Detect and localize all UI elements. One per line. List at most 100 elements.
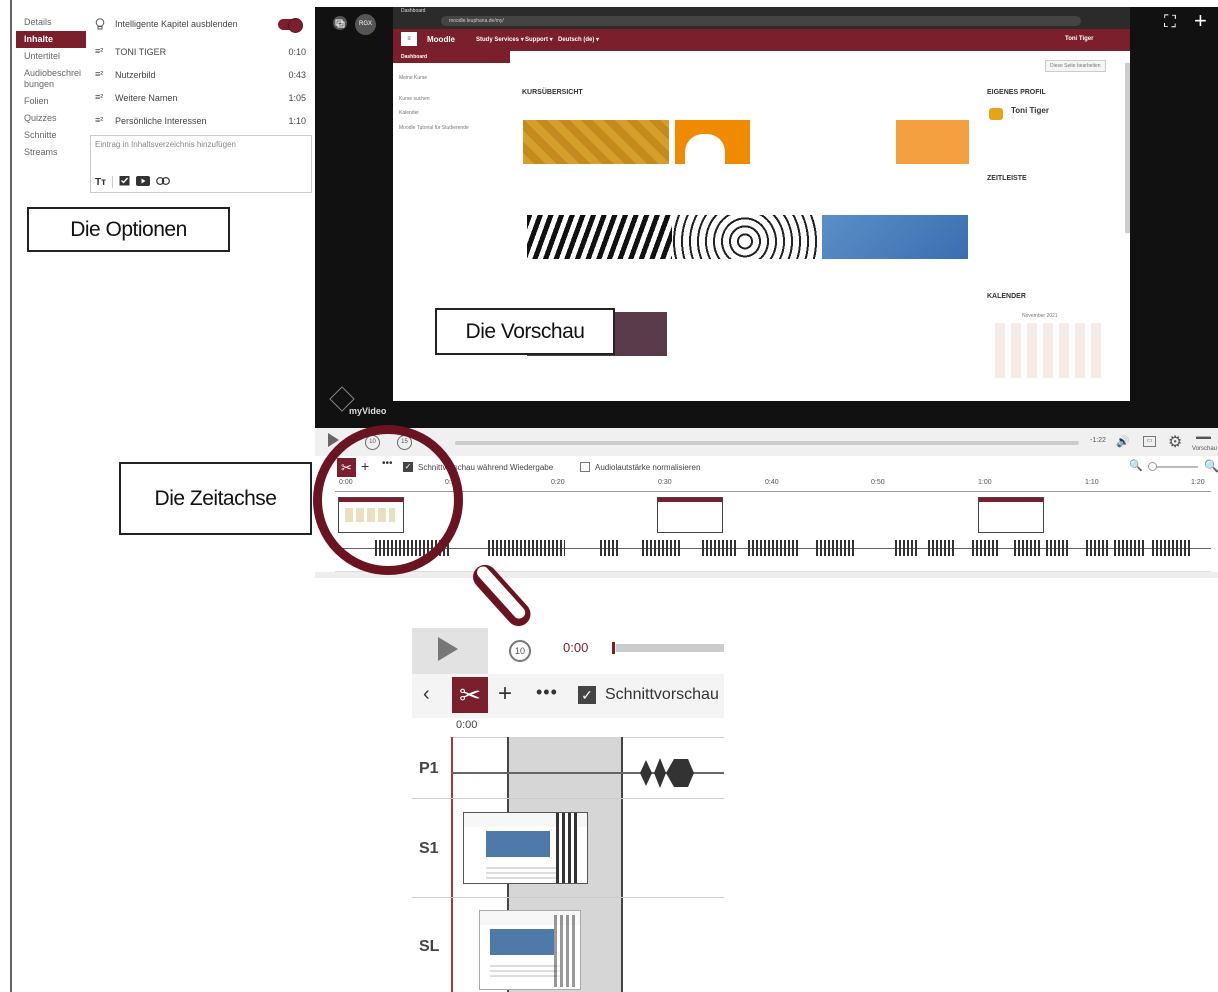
ruler-tick: 0:40 xyxy=(765,479,779,486)
course-card-image xyxy=(823,120,969,164)
moodle-menu-item: Study Services ▾ xyxy=(476,37,524,43)
zoom-play-icon[interactable] xyxy=(438,637,458,661)
course-card-image xyxy=(675,120,821,164)
audio-waveform xyxy=(816,540,854,556)
audio-waveform xyxy=(600,540,620,556)
nav-streams[interactable]: Streams xyxy=(16,144,86,161)
audio-waveform xyxy=(520,540,565,556)
browser-tabbar: Dashboard moodle.leuphana.de/my/ xyxy=(393,7,1130,29)
moodle-sidebar-item: Kalender xyxy=(399,110,420,116)
lightbulb-icon xyxy=(95,18,105,32)
moodle-user-name: Toni Tiger xyxy=(1065,36,1094,42)
zoom-progress-bar[interactable] xyxy=(616,644,724,652)
chapter-row[interactable]: ≡² Persönliche Interessen 1:10 xyxy=(95,115,310,133)
audio-waveform xyxy=(1114,540,1144,556)
audio-waveform xyxy=(895,540,919,556)
zoom-slider[interactable] xyxy=(1150,466,1198,468)
audio-waveform xyxy=(928,540,954,556)
chevron-left-icon[interactable]: ‹ xyxy=(423,683,430,706)
section-timeline: ZEITLEISTE xyxy=(987,175,1027,182)
ruler-tick: 0:50 xyxy=(871,479,885,486)
smart-chapters-toggle[interactable] xyxy=(278,18,303,33)
video-icon[interactable] xyxy=(136,175,151,189)
section-calendar: KALENDER xyxy=(987,293,1026,300)
browser-url-bar: moodle.leuphana.de/my/ xyxy=(441,16,1081,26)
link-icon[interactable] xyxy=(156,176,170,188)
preview-layout-icon[interactable]: ▬▬ xyxy=(1196,432,1211,441)
quiz-icon[interactable] xyxy=(119,175,130,189)
zoom-ruler xyxy=(450,718,724,738)
profile-avatar xyxy=(989,108,1003,120)
chapter-row[interactable]: ≡² TONI TIGER 0:10 xyxy=(95,46,310,64)
callout-options: Die Optionen xyxy=(27,207,230,252)
user-avatar: RGX xyxy=(355,14,376,35)
track-label-s1: S1 xyxy=(419,840,439,857)
ruler-tick: 1:00 xyxy=(978,479,992,486)
toc-entry-field[interactable]: Eintrag in Inhaltsverzeichnis hinzufügen… xyxy=(90,135,312,193)
moodle-menu-item: Deutsch (de) ▾ xyxy=(558,37,600,43)
slide-thumbnail[interactable] xyxy=(978,497,1044,533)
course-card-image xyxy=(822,215,968,259)
audio-waveform xyxy=(488,540,518,556)
timeline-scrollbar[interactable] xyxy=(315,572,1218,578)
chapter-row[interactable]: ≡² Weitere Namen 1:05 xyxy=(95,92,310,110)
track-label-p1: P1 xyxy=(419,760,439,777)
chapter-label: Persönliche Interessen xyxy=(115,116,207,126)
chapter-time: 1:10 xyxy=(288,116,306,126)
progress-bar[interactable] xyxy=(455,441,1079,445)
chapter-list-icon: ≡² xyxy=(95,92,104,102)
browser-tab: Dashboard xyxy=(401,8,426,14)
time-remaining: -1:22 xyxy=(1090,437,1106,444)
section-profile: EIGENES PROFIL xyxy=(987,89,1046,96)
chapter-list-icon: ≡² xyxy=(95,69,104,79)
profile-name: Toni Tiger xyxy=(1011,106,1049,115)
callout-preview: Die Vorschau xyxy=(435,308,615,355)
nav-audiobeschreibungen[interactable]: Audiobeschrei bungen xyxy=(16,65,86,93)
timeline-tracks[interactable] xyxy=(335,492,1211,572)
nav-quizzes[interactable]: Quizzes xyxy=(16,110,86,127)
volume-icon[interactable]: 🔊 xyxy=(1116,435,1130,448)
chapter-row[interactable]: ≡² Nutzerbild 0:43 xyxy=(95,69,310,87)
slide-thumbnail[interactable] xyxy=(657,497,723,533)
audio-waveform xyxy=(642,540,682,556)
screen-share-icon[interactable] xyxy=(333,16,347,33)
sl-slide-clip[interactable] xyxy=(479,910,581,990)
chapter-list-icon: ≡² xyxy=(95,46,104,56)
settings-gear-icon[interactable]: ⚙ xyxy=(1168,432,1182,452)
zoom-add-button[interactable]: + xyxy=(498,680,512,708)
toc-placeholder: Eintrag in Inhaltsverzeichnis hinzufügen xyxy=(95,140,236,149)
add-icon[interactable]: + xyxy=(1194,8,1207,34)
moodle-sidebar-item: Meine Kurse xyxy=(399,75,428,81)
menu-icon: ≡ xyxy=(401,32,417,46)
zoom-cut-scissors-button[interactable]: ✂ xyxy=(452,677,488,713)
magnifier-lens-icon xyxy=(313,425,463,575)
playhead[interactable] xyxy=(451,737,453,992)
track-divider xyxy=(412,897,724,898)
zoom-out-icon[interactable]: 🔍 xyxy=(1129,459,1143,472)
fullscreen-icon[interactable]: ⛶ xyxy=(1164,12,1176,32)
smart-chapters-label: Intelligente Kapitel ausblenden xyxy=(115,19,238,29)
zoom-progress-marker xyxy=(612,642,615,654)
zoom-replay-10-icon[interactable]: 10 xyxy=(509,640,531,662)
ruler-tick: 0:20 xyxy=(551,479,565,486)
p1-audio-waveform xyxy=(640,756,696,790)
zoom-cut-preview-checkbox[interactable]: ✓ xyxy=(578,686,596,704)
nav-folien[interactable]: Folien xyxy=(16,93,86,110)
normalize-audio-checkbox[interactable] xyxy=(580,462,590,472)
track-divider xyxy=(412,798,724,799)
zoom-slider-knob[interactable] xyxy=(1148,462,1157,471)
nav-schnitte[interactable]: Schnitte xyxy=(16,127,86,144)
nav-untertitel[interactable]: Untertitel xyxy=(16,48,86,65)
nav-details[interactable]: Details xyxy=(16,14,86,31)
preview-label: Vorschau xyxy=(1192,446,1218,452)
text-format-icon[interactable]: Tт xyxy=(95,177,106,188)
nav-inhalte[interactable]: Inhalte xyxy=(16,31,86,48)
audio-waveform xyxy=(1086,540,1110,556)
zoom-in-icon[interactable]: 🔍 xyxy=(1204,459,1218,473)
chapter-time: 1:05 xyxy=(288,93,306,103)
s1-slide-clip[interactable] xyxy=(463,812,588,884)
moodle-sidebar-item: Kurse suchen xyxy=(399,96,430,102)
zoom-more-button[interactable]: ••• xyxy=(536,682,558,703)
subtitles-icon[interactable]: ▭ xyxy=(1143,436,1156,447)
chapter-time: 0:43 xyxy=(288,70,306,80)
